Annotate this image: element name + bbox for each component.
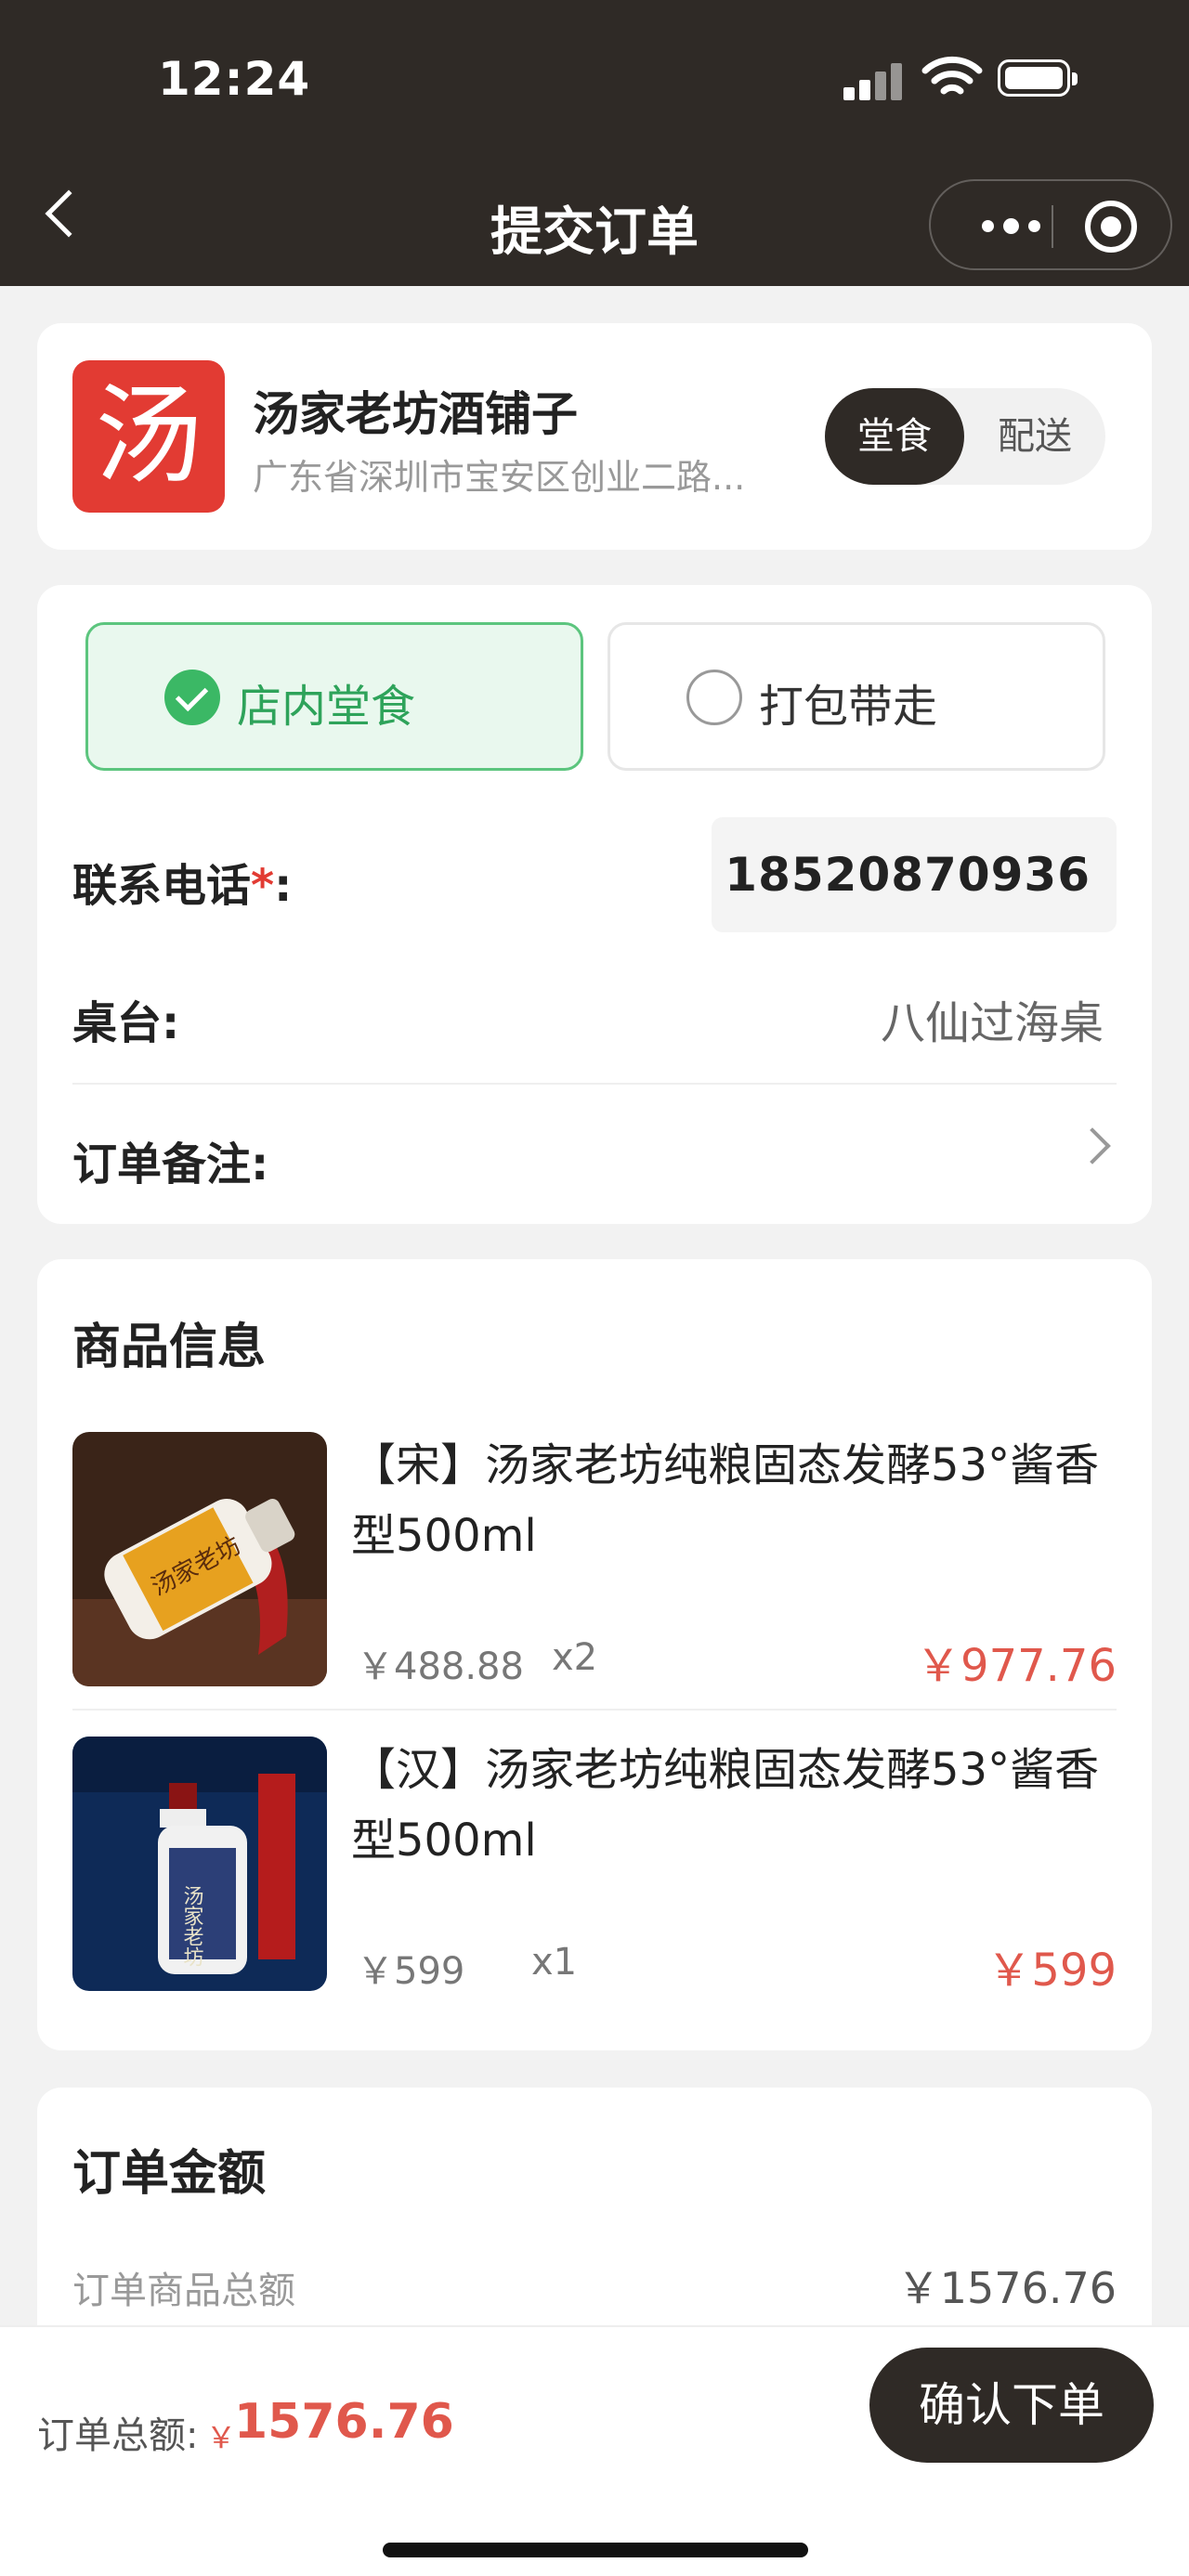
battery-icon	[998, 59, 1078, 97]
more-menu-icon[interactable]	[964, 207, 1057, 244]
option-dine-in-label: 店内堂食	[237, 681, 416, 733]
product-quantity: x2	[552, 1636, 598, 1679]
mode-delivery-button[interactable]: 配送	[964, 388, 1105, 485]
cellular-signal-icon	[843, 61, 903, 100]
table-label: 桌台:	[72, 997, 180, 1049]
store-address: 广东省深圳市宝安区创业二路...	[253, 457, 746, 498]
option-dine-in[interactable]: 店内堂食	[85, 622, 583, 771]
confirm-order-button[interactable]: 确认下单	[869, 2348, 1154, 2463]
check-circle-icon	[164, 670, 220, 725]
phone-input[interactable]: 18520870936	[712, 817, 1117, 932]
product-name: 【汉】汤家老坊纯粮固态发酵53°酱香型500ml	[351, 1744, 1100, 1867]
checkout-bar: 订单总额: ￥ 1576.76 确认下单	[0, 2325, 1189, 2576]
order-total-value: 1576.76	[234, 2394, 454, 2450]
phone-colon: :	[274, 860, 293, 912]
miniprogram-capsule	[929, 179, 1172, 270]
option-takeaway[interactable]: 打包带走	[608, 622, 1105, 771]
chevron-right-icon[interactable]	[1074, 1127, 1111, 1164]
wifi-icon	[921, 56, 983, 95]
svg-text:汤家老坊: 汤家老坊	[180, 1885, 204, 1967]
products-card: 商品信息 汤家老坊 【宋】汤家老坊纯粮固态发酵53°酱香型500ml ￥488.…	[37, 1259, 1152, 2050]
home-indicator	[383, 2543, 808, 2557]
subtotal-label: 订单商品总额	[72, 2270, 295, 2312]
subtotal-value: ￥1576.76	[896, 2263, 1117, 2313]
divider	[72, 1083, 1117, 1085]
product-image-han: 汤家老坊	[72, 1737, 327, 1991]
product-unit-price: ￥599	[357, 1950, 465, 1993]
radio-empty-icon	[686, 670, 742, 725]
close-miniprogram-icon[interactable]	[1085, 201, 1137, 253]
product-total: ￥599	[986, 1945, 1117, 1997]
store-logo: 汤	[72, 360, 225, 513]
product-total: ￥977.76	[916, 1640, 1117, 1692]
service-mode-toggle: 堂食 配送	[825, 388, 1105, 485]
products-title: 商品信息	[72, 1320, 267, 1375]
product-quantity: x1	[531, 1941, 578, 1984]
option-takeaway-label: 打包带走	[759, 681, 938, 733]
currency-symbol: ￥	[206, 2420, 237, 2455]
app-header: 12:24 提交订单	[0, 0, 1189, 286]
status-time: 12:24	[158, 52, 311, 106]
mode-dine-in-button[interactable]: 堂食	[825, 388, 964, 485]
divider	[72, 1709, 1117, 1711]
capsule-divider	[1052, 205, 1053, 248]
product-image-song: 汤家老坊	[72, 1432, 327, 1686]
dining-info-card: 店内堂食 打包带走 联系电话*: 18520870936 桌台: 八仙过海桌 订…	[37, 585, 1152, 1224]
required-mark: *	[251, 860, 275, 912]
order-amount-title: 订单金额	[72, 2146, 267, 2202]
table-value: 八仙过海桌	[880, 997, 1104, 1049]
product-unit-price: ￥488.88	[357, 1646, 524, 1688]
product-name: 【宋】汤家老坊纯粮固态发酵53°酱香型500ml	[351, 1439, 1100, 1562]
store-card: 汤 汤家老坊酒铺子 广东省深圳市宝安区创业二路... 堂食 配送	[37, 323, 1152, 550]
store-name: 汤家老坊酒铺子	[253, 387, 578, 441]
order-total-label: 订单总额:	[37, 2414, 199, 2457]
phone-label: 联系电话*:	[72, 849, 292, 914]
phone-label-text: 联系电话	[72, 860, 252, 912]
remark-label: 订单备注:	[72, 1138, 269, 1190]
